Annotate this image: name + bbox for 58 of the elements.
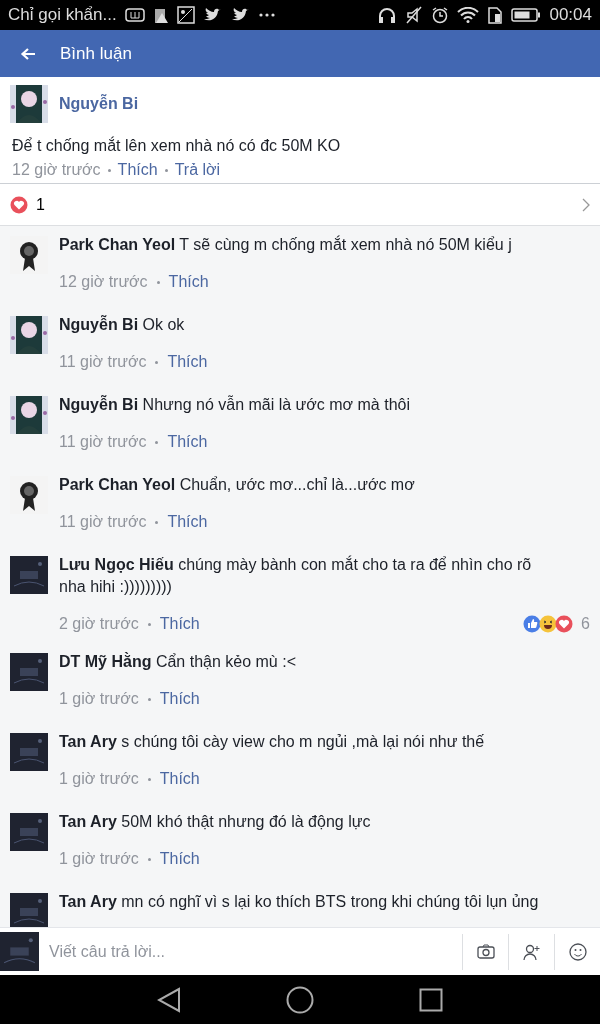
like-link[interactable]: Thích xyxy=(167,353,208,371)
reaction-count: 1 xyxy=(36,195,45,214)
home-circle-icon xyxy=(286,985,314,1014)
timestamp: 11 giờ trước xyxy=(59,433,147,451)
recents-square-icon xyxy=(419,987,443,1012)
image-icon xyxy=(176,6,195,24)
battery-warning-icon xyxy=(152,6,169,24)
chevron-right-icon[interactable] xyxy=(582,197,590,212)
recents-button[interactable] xyxy=(419,987,443,1012)
reaction-count: 6 xyxy=(581,615,590,633)
reply-link[interactable]: Trả lời xyxy=(174,161,221,179)
reply-text: Park Chan Yeol Chuẩn, ước mơ...chỉ là...ước mơ xyxy=(59,475,416,495)
app-icon xyxy=(124,7,145,23)
camera-icon xyxy=(476,944,495,959)
reply-text: Nguyễn Bi Ok ok xyxy=(59,314,186,335)
add-person-icon xyxy=(522,942,541,961)
comment-text: Để t chống mắt lên xem nhà nó có đc 50M KO xyxy=(12,137,342,155)
thumbs-up-icon xyxy=(523,615,542,633)
timestamp: 11 giờ trước xyxy=(59,513,147,531)
clock-text: 00:04 xyxy=(549,5,592,25)
battery-icon xyxy=(511,7,542,23)
timestamp: 2 giờ trước xyxy=(59,615,139,633)
reply-text: Nguyễn Bi Nhưng nó vẫn mãi là ước mơ mà thôi xyxy=(59,394,411,415)
alarm-icon xyxy=(431,6,450,24)
laughing-face-icon xyxy=(539,615,558,633)
like-link[interactable]: Thích xyxy=(159,770,200,788)
reply-text: DT Mỹ Hằng Cẩn thận kẻo mù :< xyxy=(59,651,297,672)
back-triangle-icon xyxy=(157,986,181,1013)
timestamp: 1 giờ trước xyxy=(59,850,139,868)
timestamp: 12 giờ trước xyxy=(59,273,148,291)
like-link[interactable]: Thích xyxy=(167,433,208,451)
headphones-icon xyxy=(377,6,398,24)
author-name[interactable]: Nguyễn Bi xyxy=(59,95,139,113)
reply-text: Tan Ary 50M khó thật nhưng đó là động lực xyxy=(59,812,372,832)
timestamp: 1 giờ trước xyxy=(59,690,139,708)
sim-card-icon xyxy=(487,6,504,24)
home-button[interactable] xyxy=(286,985,314,1014)
like-link[interactable]: Thích xyxy=(167,513,208,531)
reply-text: Lưu Ngọc Hiếu chúng mày bành con mắt cho ta ra để nhìn cho rõ nha hihi :))))))))) xyxy=(59,554,533,597)
timestamp: 1 giờ trước xyxy=(59,770,139,788)
wifi-icon xyxy=(457,7,480,23)
smiley-icon xyxy=(568,942,587,961)
like-link[interactable]: Thích xyxy=(168,273,209,291)
like-link[interactable]: Thích xyxy=(159,615,200,633)
reply-text: Tan Ary s chúng tôi cày view cho m ngủi ,mà lại nói như thế xyxy=(59,732,486,752)
like-link[interactable]: Thích xyxy=(117,161,158,179)
notification-text: Chỉ gọi khẩn... xyxy=(8,5,117,25)
like-link[interactable]: Thích xyxy=(159,690,200,708)
reply-text: Tan Ary mn có nghĩ vì s lại ko thích BTS trong khi chúng tôi lụn ủng xyxy=(59,892,540,912)
timestamp: 12 giờ trước xyxy=(12,161,101,179)
back-arrow-icon xyxy=(20,46,36,61)
mute-icon xyxy=(405,6,424,24)
back-button[interactable] xyxy=(157,986,181,1013)
timestamp: 11 giờ trước xyxy=(59,353,147,371)
page-title: Bình luận xyxy=(60,43,132,64)
like-link[interactable]: Thích xyxy=(159,850,200,868)
reply-text: Park Chan Yeol T sẽ cùng m chống mắt xem nhà nó 50M kiểu j xyxy=(59,234,513,255)
more-icon xyxy=(258,12,275,18)
